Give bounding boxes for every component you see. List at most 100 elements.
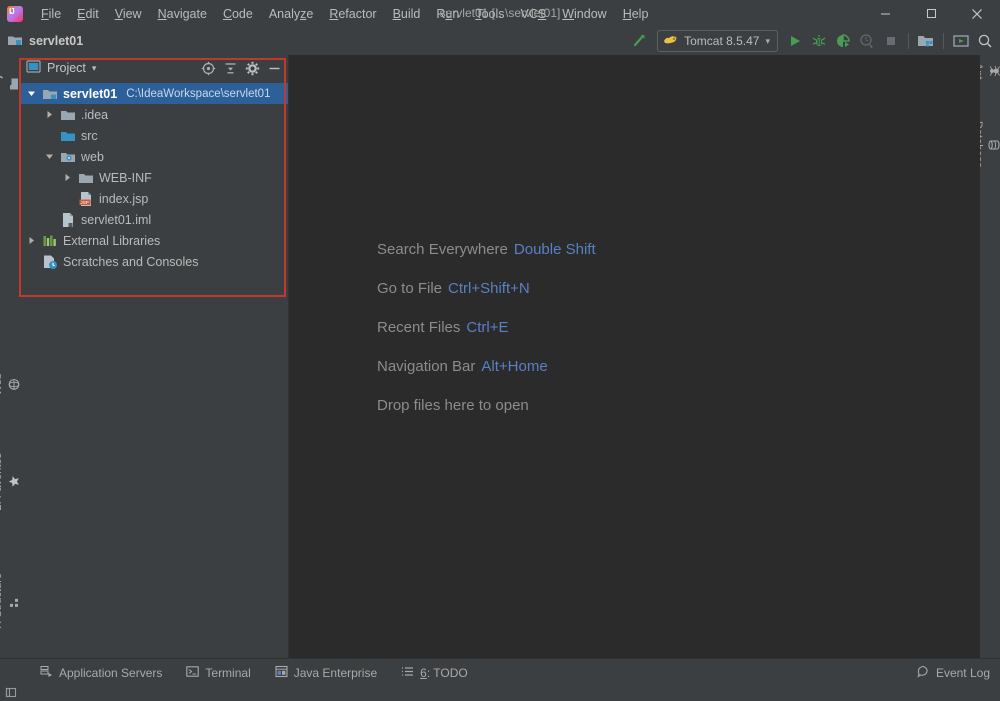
run-with-coverage-button[interactable] bbox=[832, 30, 854, 52]
maximize-button[interactable] bbox=[908, 0, 954, 27]
web-root-folder-icon bbox=[60, 149, 76, 165]
status-bar bbox=[0, 686, 1000, 701]
tree-node-index-jsp[interactable]: JSP index.jsp bbox=[20, 188, 288, 209]
menu-item-file[interactable]: File bbox=[33, 4, 69, 24]
star-icon bbox=[8, 475, 20, 487]
run-configuration-selector[interactable]: Tomcat 8.5.47 ▾ bbox=[657, 30, 778, 52]
breadcrumb-label: servlet01 bbox=[29, 34, 83, 48]
menu-item-vcs[interactable]: VCS bbox=[513, 4, 555, 24]
menu-item-navigate[interactable]: Navigate bbox=[150, 4, 215, 24]
menu-item-analyze[interactable]: Analyze bbox=[261, 4, 321, 24]
menu-item-view[interactable]: View bbox=[107, 4, 150, 24]
minimize-button[interactable] bbox=[862, 0, 908, 27]
stop-button bbox=[880, 30, 902, 52]
sidebar-item-project-label: 1: Project bbox=[0, 61, 3, 107]
svg-text:JSP: JSP bbox=[80, 200, 88, 205]
select-opened-file-button[interactable] bbox=[198, 58, 218, 78]
tree-spacer bbox=[62, 193, 73, 204]
build-hammer-icon[interactable] bbox=[629, 30, 651, 52]
bottom-tool-window-stripe: Application Servers Terminal bbox=[0, 658, 1000, 686]
shortcut-action-label: Recent Files bbox=[377, 319, 460, 336]
profile-button bbox=[856, 30, 878, 52]
bottom-item-terminal-label: Terminal bbox=[205, 666, 250, 680]
chevron-right-icon[interactable] bbox=[26, 235, 37, 246]
bottom-item-java-enterprise-label: Java Enterprise bbox=[294, 666, 377, 680]
tree-node-scratches-and-consoles[interactable]: Scratches and Consoles bbox=[20, 251, 288, 272]
menu-item-build[interactable]: Build bbox=[385, 4, 429, 24]
event-log-button[interactable]: Event Log bbox=[917, 665, 990, 681]
project-structure-button[interactable] bbox=[915, 30, 937, 52]
editor-shortcut-hints: Search EverywhereDouble Shift Go to FileC… bbox=[377, 241, 596, 414]
close-button[interactable] bbox=[954, 0, 1000, 27]
tree-node-web-inf[interactable]: WEB-INF bbox=[20, 167, 288, 188]
java-enterprise-icon bbox=[275, 665, 288, 681]
sidebar-item-favorites[interactable]: 2: Favorites bbox=[0, 449, 20, 514]
project-panel-dropdown-icon[interactable]: ▾ bbox=[92, 63, 97, 74]
event-log-balloon-icon bbox=[917, 665, 930, 681]
module-folder-icon bbox=[42, 86, 58, 102]
shortcut-hint-drop-files-here-to-open: Drop files here to open bbox=[377, 397, 596, 414]
menu-item-code[interactable]: Code bbox=[215, 4, 261, 24]
menu-item-help[interactable]: Help bbox=[615, 4, 657, 24]
project-tool-window: Project ▾ bbox=[20, 55, 289, 659]
breadcrumb[interactable]: servlet01 bbox=[7, 32, 83, 51]
chevron-right-icon[interactable] bbox=[44, 109, 55, 120]
gear-icon[interactable] bbox=[242, 58, 262, 78]
tree-node-label: WEB-INF bbox=[99, 171, 152, 185]
project-tree[interactable]: servlet01 C:\IdeaWorkspace\servlet01 .idea… bbox=[20, 81, 288, 659]
bottom-item-application-servers[interactable]: Application Servers bbox=[28, 659, 174, 686]
jsp-file-icon: JSP bbox=[78, 191, 94, 207]
menu-item-window[interactable]: Window bbox=[554, 4, 614, 24]
menu-item-refactor[interactable]: Refactor bbox=[321, 4, 384, 24]
event-log-label: Event Log bbox=[936, 666, 990, 680]
sidebar-item-project[interactable]: 1: Project bbox=[0, 57, 20, 111]
debug-button[interactable] bbox=[808, 30, 830, 52]
tree-node-idea[interactable]: .idea bbox=[20, 104, 288, 125]
chevron-right-icon[interactable] bbox=[62, 172, 73, 183]
toggle-toolwindows-icon[interactable] bbox=[5, 686, 17, 701]
menu-item-tools[interactable]: Tools bbox=[467, 4, 512, 24]
sidebar-item-web[interactable]: Web bbox=[0, 369, 20, 399]
project-view-icon bbox=[26, 59, 41, 77]
project-panel-icon bbox=[7, 78, 20, 91]
tree-spacer bbox=[26, 256, 37, 267]
sidebar-item-ant[interactable]: Ant bbox=[980, 59, 1000, 84]
bottom-item-todo[interactable]: 6: TODO bbox=[389, 659, 480, 686]
bottom-item-terminal[interactable]: Terminal bbox=[174, 659, 262, 686]
ant-icon bbox=[988, 65, 1000, 77]
tree-node-path: C:\IdeaWorkspace\servlet01 bbox=[126, 88, 270, 100]
web-globe-icon bbox=[8, 378, 20, 390]
search-everywhere-button[interactable] bbox=[974, 30, 996, 52]
shortcut-hint-search-everywhere: Search EverywhereDouble Shift bbox=[377, 241, 596, 258]
shortcut-action-label: Navigation Bar bbox=[377, 358, 475, 375]
left-tool-window-stripe: 1: Project Web 2: Favorites bbox=[0, 55, 21, 659]
tree-node-src[interactable]: src bbox=[20, 125, 288, 146]
chevron-down-icon[interactable] bbox=[44, 151, 55, 162]
shortcut-key-label: Ctrl+E bbox=[466, 319, 508, 336]
sidebar-item-structure[interactable]: 7: Structure bbox=[0, 569, 20, 634]
menu-item-edit[interactable]: Edit bbox=[69, 4, 107, 24]
update-running-application-button[interactable] bbox=[950, 30, 972, 52]
tree-node-label: index.jsp bbox=[99, 192, 148, 206]
sidebar-item-web-label: Web bbox=[0, 373, 4, 395]
bottom-item-todo-label: 6: TODO bbox=[420, 666, 468, 680]
tree-node-servlet01-iml[interactable]: servlet01.iml bbox=[20, 209, 288, 230]
sidebar-item-structure-label: 7: Structure bbox=[0, 573, 4, 630]
tree-node-label: src bbox=[81, 129, 98, 143]
tree-node-external-libraries[interactable]: External Libraries bbox=[20, 230, 288, 251]
tree-node-servlet01[interactable]: servlet01 C:\IdeaWorkspace\servlet01 bbox=[20, 83, 288, 104]
source-root-folder-icon bbox=[60, 128, 76, 144]
bottom-item-java-enterprise[interactable]: Java Enterprise bbox=[263, 659, 389, 686]
hide-panel-button[interactable] bbox=[264, 58, 284, 78]
tree-node-label: External Libraries bbox=[63, 234, 160, 248]
shortcut-hint-go-to-file: Go to FileCtrl+Shift+N bbox=[377, 280, 596, 297]
run-configuration-label: Tomcat 8.5.47 bbox=[684, 34, 759, 48]
tree-node-web[interactable]: web bbox=[20, 146, 288, 167]
folder-icon bbox=[78, 170, 94, 186]
chevron-down-icon[interactable] bbox=[26, 88, 37, 99]
tree-node-label: servlet01 bbox=[63, 87, 117, 101]
run-button[interactable] bbox=[784, 30, 806, 52]
sidebar-item-database[interactable]: Database bbox=[980, 117, 1000, 172]
collapse-all-button[interactable] bbox=[220, 58, 240, 78]
menu-item-run[interactable]: Run bbox=[428, 4, 467, 24]
